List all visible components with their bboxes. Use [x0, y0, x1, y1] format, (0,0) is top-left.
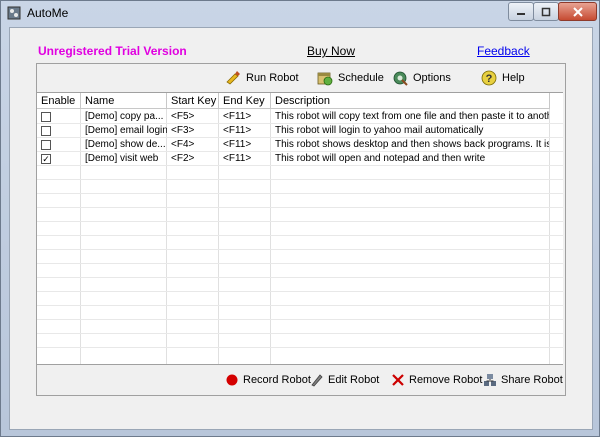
row-divider: [37, 319, 563, 320]
row-start-key[interactable]: <F3>: [167, 124, 219, 138]
remove-robot-label: Remove Robot: [409, 374, 483, 386]
row-divider: [37, 277, 563, 278]
minimize-icon: [517, 12, 525, 15]
help-button[interactable]: ? Help: [481, 70, 525, 86]
row-divider: [37, 291, 563, 292]
row-divider: [37, 207, 563, 208]
remove-icon: [392, 374, 404, 386]
row-description[interactable]: This robot will open and notepad and the…: [271, 152, 549, 166]
run-icon: [226, 71, 240, 85]
options-button[interactable]: Options: [392, 70, 451, 86]
enable-checkbox[interactable]: [41, 112, 51, 122]
app-window: AutoMe Unregistered Trial Version Buy No…: [0, 0, 600, 437]
row-name[interactable]: [Demo] visit web: [81, 152, 167, 166]
edit-robot-button[interactable]: Edit Robot: [310, 373, 379, 387]
row-description[interactable]: This robot will login to yahoo mail auto…: [271, 124, 549, 138]
row-end-key[interactable]: <F11>: [219, 138, 271, 152]
client-area: Unregistered Trial Version Buy Now Feedb…: [9, 27, 593, 430]
column-header-description[interactable]: Description: [271, 93, 550, 109]
record-robot-label: Record Robot: [243, 374, 311, 386]
row-divider: [37, 249, 563, 250]
row-divider: [37, 305, 563, 306]
column-divider: [549, 93, 550, 364]
row-end-key[interactable]: <F11>: [219, 152, 271, 166]
schedule-label: Schedule: [338, 72, 384, 84]
row-name[interactable]: [Demo] copy pa...: [81, 110, 167, 124]
edit-robot-label: Edit Robot: [328, 374, 380, 386]
help-label: Help: [502, 72, 525, 84]
window-title: AutoMe: [27, 6, 69, 20]
pencil-icon: [311, 374, 323, 387]
row-divider: [37, 179, 563, 180]
row-divider: [37, 347, 563, 348]
row-divider: [37, 221, 563, 222]
enable-checkbox[interactable]: [41, 140, 51, 150]
row-divider: [37, 333, 563, 334]
feedback-link[interactable]: Feedback: [477, 44, 530, 58]
run-robot-button[interactable]: Run Robot: [225, 70, 299, 86]
remove-robot-button[interactable]: Remove Robot: [391, 373, 482, 387]
schedule-icon: [317, 72, 333, 86]
robot-table: Enable Name Start Key End Key Descriptio…: [37, 92, 563, 365]
column-header-end-key[interactable]: End Key: [219, 93, 271, 109]
row-end-key[interactable]: <F11>: [219, 110, 271, 124]
row-description[interactable]: This robot will copy text from one file …: [271, 110, 549, 124]
column-header-enable[interactable]: Enable: [37, 93, 81, 109]
app-icon: [7, 6, 21, 20]
row-divider: [37, 193, 563, 194]
row-divider: [37, 235, 563, 236]
column-header-start-key[interactable]: Start Key: [167, 93, 219, 109]
buy-now-link[interactable]: Buy Now: [307, 44, 355, 58]
maximize-icon: [541, 7, 551, 16]
schedule-button[interactable]: Schedule: [317, 70, 384, 86]
row-end-key[interactable]: <F11>: [219, 124, 271, 138]
row-name[interactable]: [Demo] email login: [81, 124, 167, 138]
row-start-key[interactable]: <F4>: [167, 138, 219, 152]
row-divider: [37, 263, 563, 264]
title-bar[interactable]: AutoMe: [1, 1, 599, 25]
trial-label: Unregistered Trial Version: [38, 44, 187, 58]
enable-checkbox[interactable]: [41, 126, 51, 136]
share-robot-button[interactable]: Share Robot: [483, 373, 563, 387]
close-icon: [572, 6, 583, 17]
options-label: Options: [413, 72, 451, 84]
column-header-name[interactable]: Name: [81, 93, 167, 109]
help-icon: ?: [481, 70, 497, 86]
row-description[interactable]: This robot shows desktop and then shows …: [271, 138, 549, 152]
svg-text:?: ?: [486, 73, 493, 85]
record-robot-button[interactable]: Record Robot: [225, 373, 311, 387]
robot-panel: Run Robot Schedule Options ? Help Enable…: [36, 63, 566, 396]
share-icon: [484, 374, 496, 386]
enable-checkbox-checked[interactable]: ✓: [41, 154, 51, 164]
close-button[interactable]: [558, 2, 597, 21]
maximize-button[interactable]: [533, 2, 559, 21]
row-name[interactable]: [Demo] show de...: [81, 138, 167, 152]
row-start-key[interactable]: <F2>: [167, 152, 219, 166]
run-robot-label: Run Robot: [246, 72, 299, 84]
minimize-button[interactable]: [508, 2, 534, 21]
options-icon: [393, 71, 408, 86]
record-icon: [226, 374, 238, 386]
share-robot-label: Share Robot: [501, 374, 563, 386]
row-start-key[interactable]: <F5>: [167, 110, 219, 124]
